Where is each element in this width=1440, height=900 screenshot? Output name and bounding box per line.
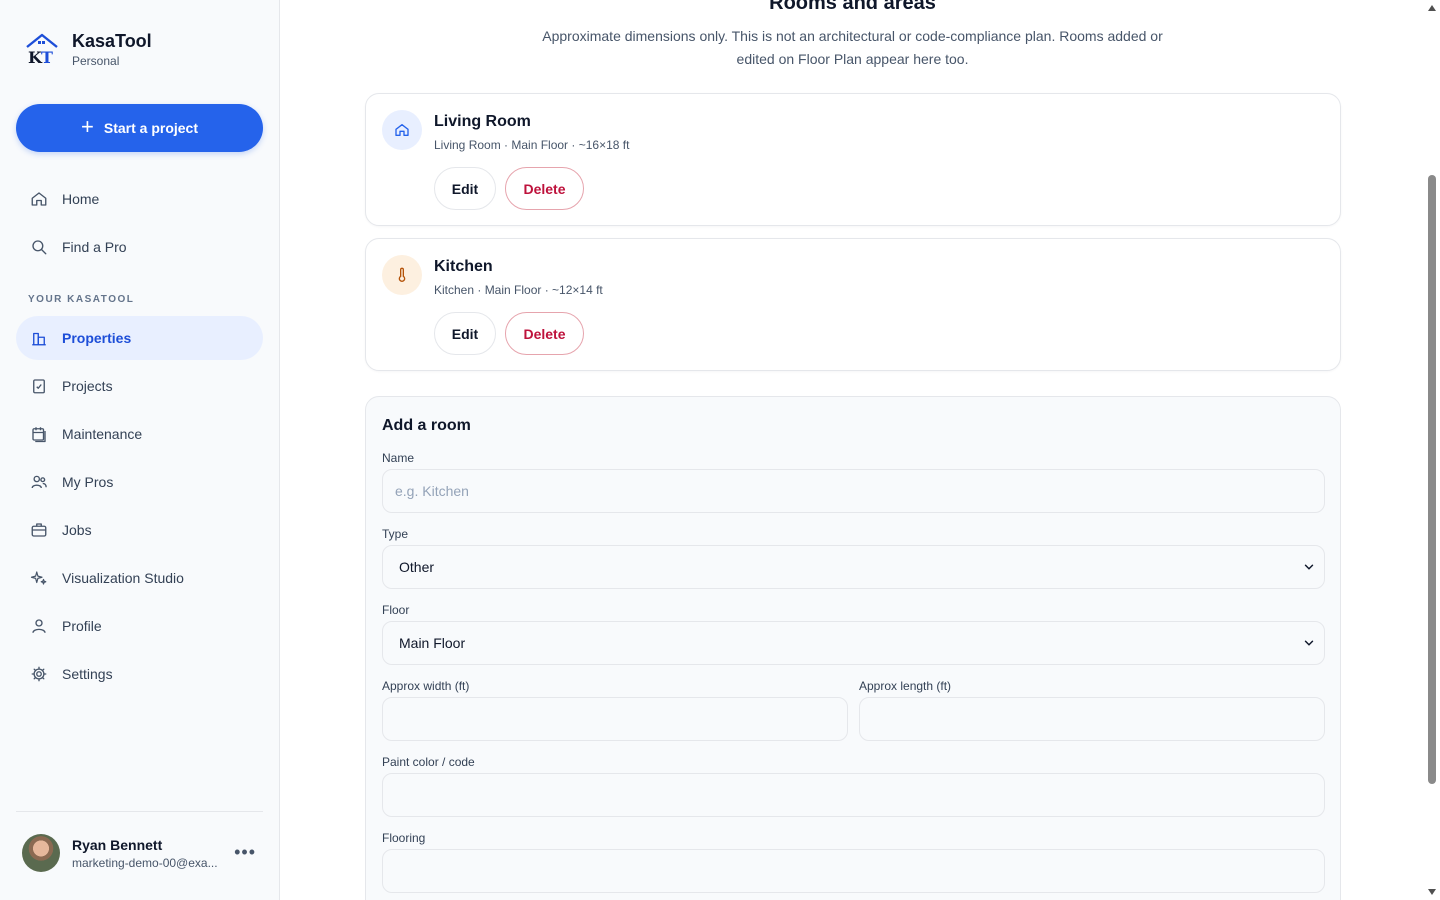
sidebar-item-home[interactable]: Home — [16, 177, 263, 221]
scrollbar-thumb[interactable] — [1428, 175, 1436, 784]
more-options-icon[interactable]: ••• — [234, 842, 256, 863]
sidebar-item-my-pros[interactable]: My Pros — [16, 460, 263, 504]
room-name: Living Room — [434, 113, 531, 130]
sidebar-item-label: Settings — [62, 666, 113, 682]
name-label: Name — [382, 451, 415, 465]
brand-plan: Personal — [72, 54, 120, 68]
section-label: YOUR KASATOOL — [28, 294, 135, 305]
calendar-icon — [30, 425, 48, 443]
delete-room-button[interactable]: Delete — [505, 167, 584, 210]
sidebar-item-label: Projects — [62, 378, 113, 394]
sidebar-item-profile[interactable]: Profile — [16, 604, 263, 648]
room-name-input[interactable] — [382, 469, 1325, 513]
users-icon — [30, 473, 48, 491]
room-name: Kitchen — [434, 258, 493, 275]
start-project-label: Start a project — [103, 120, 198, 136]
sidebar-item-visualization-studio[interactable]: Visualization Studio — [16, 556, 263, 600]
user-icon — [30, 617, 48, 635]
thermometer-icon — [382, 255, 422, 295]
room-card: Living Room Living Room · Main Floor · ~… — [365, 93, 1341, 226]
sidebar-divider — [16, 811, 263, 812]
avatar — [22, 834, 60, 872]
start-project-button[interactable]: + Start a project — [16, 104, 263, 152]
gear-icon — [30, 665, 48, 683]
scroll-up-arrow-icon[interactable] — [1428, 5, 1436, 11]
plus-icon: + — [81, 114, 94, 139]
sidebar: K T KasaTool Personal + Start a project … — [0, 0, 280, 900]
sidebar-item-label: Properties — [62, 330, 132, 346]
sidebar-item-label: Visualization Studio — [62, 570, 184, 586]
approx-length-input[interactable] — [859, 697, 1325, 741]
sidebar-item-properties[interactable]: Properties — [16, 316, 263, 360]
floor-label: Floor — [382, 603, 410, 617]
sidebar-item-label: Find a Pro — [62, 239, 127, 255]
paint-label: Paint color / code — [382, 755, 475, 769]
sidebar-item-label: My Pros — [62, 474, 114, 490]
flooring-input[interactable] — [382, 849, 1325, 893]
brand[interactable]: K T KasaTool Personal — [24, 30, 152, 68]
sidebar-item-projects[interactable]: Projects — [16, 364, 263, 408]
room-card: Kitchen Kitchen · Main Floor · ~12×14 ft… — [365, 238, 1341, 371]
sidebar-item-find-a-pro[interactable]: Find a Pro — [16, 225, 263, 269]
sidebar-item-jobs[interactable]: Jobs — [16, 508, 263, 552]
search-icon — [30, 238, 48, 256]
page-subtitle: Approximate dimensions only. This is not… — [542, 28, 1163, 67]
main-content: Rooms and areas Approximate dimensions o… — [280, 0, 1425, 900]
chevron-down-icon — [1304, 640, 1314, 646]
brand-name: KasaTool — [72, 31, 152, 51]
building-icon — [30, 329, 48, 347]
delete-room-button[interactable]: Delete — [505, 312, 584, 355]
room-meta: Living Room · Main Floor · ~16×18 ft — [434, 138, 630, 152]
approx-width-input[interactable] — [382, 697, 848, 741]
paint-color-input[interactable] — [382, 773, 1325, 817]
chevron-down-icon — [1304, 564, 1314, 570]
width-label: Approx width (ft) — [382, 679, 470, 693]
type-label: Type — [382, 527, 409, 541]
user-name: Ryan Bennett — [72, 836, 163, 853]
user-account[interactable]: Ryan Bennett marketing-demo-00@exa... ••… — [22, 834, 262, 872]
clipboard-icon — [30, 377, 48, 395]
sidebar-item-label: Profile — [62, 618, 102, 634]
page-title: Rooms and areas — [769, 0, 936, 14]
home-icon — [382, 110, 422, 150]
kasatool-logo-icon: K T — [24, 31, 60, 67]
svg-text:T: T — [41, 48, 53, 67]
flooring-label: Flooring — [382, 831, 426, 845]
add-room-title: Add a room — [382, 417, 471, 434]
room-type-select[interactable]: Other — [382, 545, 1325, 589]
length-label: Approx length (ft) — [859, 679, 952, 693]
sidebar-item-label: Home — [62, 191, 100, 207]
sidebar-item-label: Jobs — [62, 522, 92, 538]
edit-room-button[interactable]: Edit — [434, 312, 496, 355]
user-email: marketing-demo-00@exa... — [72, 855, 218, 870]
room-type-value: Other — [399, 559, 435, 575]
sparkles-icon — [30, 569, 48, 587]
briefcase-icon — [30, 521, 48, 539]
room-floor-value: Main Floor — [399, 635, 466, 651]
scroll-down-arrow-icon[interactable] — [1428, 889, 1436, 895]
scrollbar[interactable] — [1425, 0, 1440, 900]
room-meta: Kitchen · Main Floor · ~12×14 ft — [434, 283, 603, 297]
sidebar-item-label: Maintenance — [62, 426, 143, 442]
sidebar-item-maintenance[interactable]: Maintenance — [16, 412, 263, 456]
add-room-panel: Add a room Name Type Other Floor Main Fl… — [365, 396, 1341, 900]
sidebar-item-settings[interactable]: Settings — [16, 652, 263, 696]
home-icon — [30, 190, 48, 208]
edit-room-button[interactable]: Edit — [434, 167, 496, 210]
room-floor-select[interactable]: Main Floor — [382, 621, 1325, 665]
